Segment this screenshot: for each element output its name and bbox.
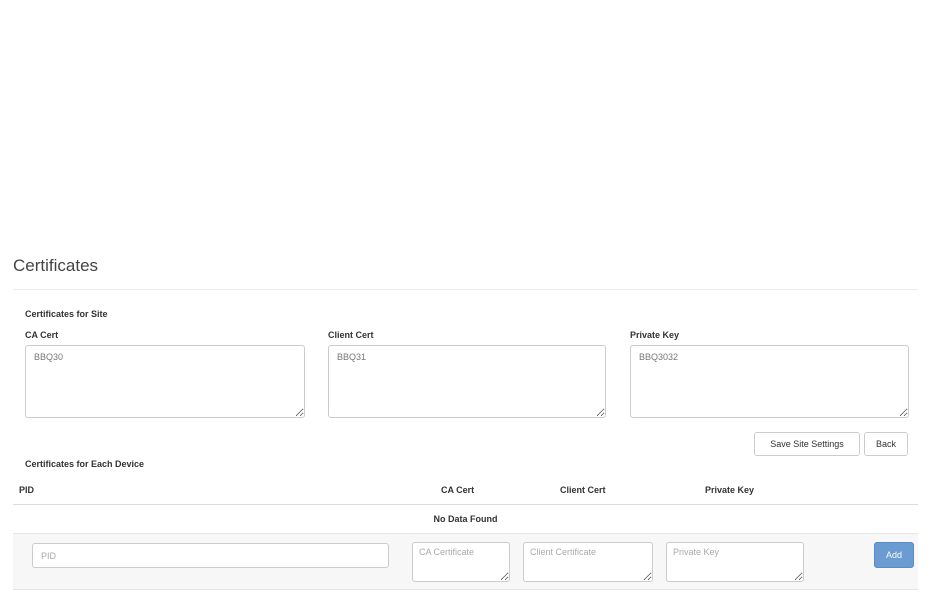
page-title: Certificates bbox=[13, 256, 99, 275]
empty-table-message: No Data Found bbox=[433, 514, 498, 524]
ca-cert-label: CA Cert bbox=[25, 330, 59, 340]
device-private-key-textarea[interactable] bbox=[666, 542, 804, 582]
client-cert-label: Client Cert bbox=[328, 330, 374, 340]
site-ca-cert-textarea[interactable]: BBQ30 bbox=[25, 345, 305, 418]
column-header-private-key: Private Key bbox=[705, 485, 755, 495]
title-divider bbox=[13, 289, 918, 290]
add-device-button[interactable]: Add bbox=[874, 542, 914, 568]
back-button[interactable]: Back bbox=[864, 432, 908, 456]
device-client-cert-textarea[interactable] bbox=[523, 542, 653, 582]
certificates-page: Certificates Certificates for Site CA Ce… bbox=[0, 0, 948, 613]
column-header-ca-cert: CA Cert bbox=[441, 485, 475, 495]
site-client-cert-textarea[interactable]: BBQ31 bbox=[328, 345, 606, 418]
save-site-settings-button[interactable]: Save Site Settings bbox=[754, 432, 860, 456]
device-section-heading: Certificates for Each Device bbox=[25, 459, 145, 469]
column-header-client-cert: Client Cert bbox=[560, 485, 606, 495]
site-private-key-textarea[interactable]: BBQ3032 bbox=[630, 345, 909, 418]
device-pid-input[interactable] bbox=[32, 543, 389, 568]
device-ca-cert-textarea[interactable] bbox=[412, 542, 510, 582]
new-device-row: Add bbox=[13, 533, 918, 590]
private-key-label: Private Key bbox=[630, 330, 680, 340]
column-header-pid: PID bbox=[19, 485, 35, 495]
site-section-heading: Certificates for Site bbox=[25, 309, 108, 319]
